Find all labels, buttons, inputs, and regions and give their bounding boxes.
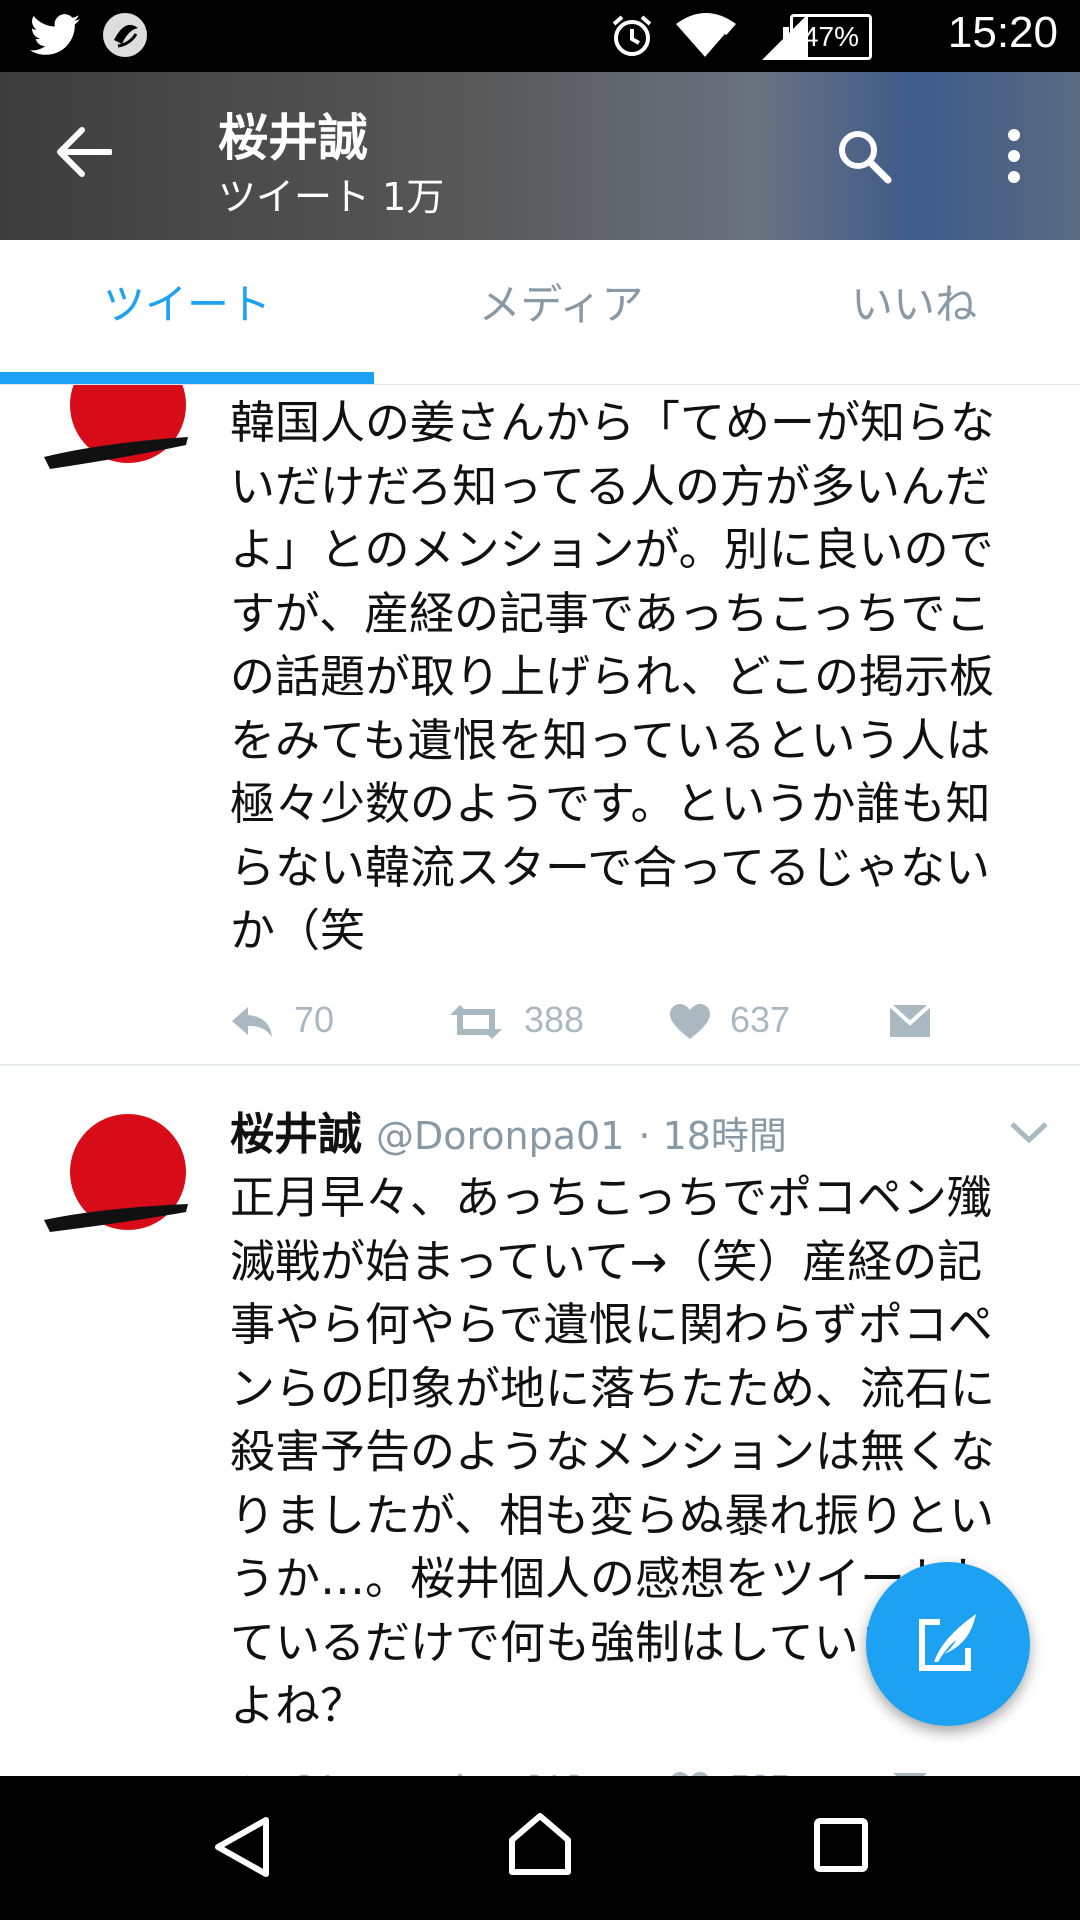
tweet-text-line: いだけだろ知ってる人の方が多いんだ (230, 459, 991, 513)
nav-back-icon[interactable] (212, 1816, 272, 1878)
status-bar: 47% 15:20 (0, 0, 1080, 72)
tweet-actions: 70 388 637 (230, 990, 970, 1050)
battery-icon: 47% (783, 14, 872, 60)
reply-count: 70 (294, 999, 335, 1040)
like-button[interactable]: 637 (670, 990, 790, 1050)
tweet-text-line: をみても遺恨を知っているという人は (230, 713, 991, 767)
tweet-text-line: 韓国人の姜さんから「てめーが知らな (230, 396, 996, 449)
app-icon (103, 13, 147, 57)
tab-tweets[interactable]: ツイート (0, 240, 374, 384)
clock: 15:20 (947, 8, 1058, 57)
tweet-text-line: ンらの印象が地に落ちたため、流石に (230, 1361, 996, 1415)
like-count: 637 (730, 999, 791, 1040)
avatar[interactable] (40, 1112, 190, 1262)
tweet-text-line: か（笑 (230, 904, 366, 957)
tweet-text-line: りましたが、相も変らぬ暴れ振りとい (230, 1488, 995, 1542)
tweet-card[interactable]: 韓国人の姜さんから「てめーが知らな いだけだろ知ってる人の方が多いんだ よ」との… (0, 385, 1080, 1065)
dm-button[interactable] (888, 1758, 932, 1776)
system-nav-bar (0, 1776, 1080, 1920)
tweet-text-line: 極々少数のようです。というか誰も知 (230, 777, 991, 830)
tweet-text-line: よ」とのメンションが。別に良いので (230, 523, 994, 576)
alarm-icon (612, 15, 652, 56)
tweet-text-line: らない韓流スターで合ってるじゃない (230, 840, 991, 894)
like-icon (670, 1004, 710, 1039)
tweet-time: · 18時間 (638, 1114, 787, 1158)
rising-sun-avatar-icon (44, 385, 188, 469)
tab-bar: ツイート メディア いいね (0, 240, 1080, 385)
tweet-text-line: 殺害予告のようなメンションは無くな (230, 1425, 996, 1478)
reply-icon (232, 1007, 272, 1037)
wifi-icon (676, 13, 736, 59)
reply-button[interactable]: 70 (230, 990, 334, 1050)
battery-level: 47% (802, 21, 860, 52)
like-count: 585 (730, 1767, 790, 1776)
tweet-text-line: の話題が取り上げられ、どこの掲示板 (230, 650, 995, 703)
tab-indicator (0, 372, 374, 384)
compose-tweet-button[interactable] (866, 1562, 1030, 1726)
retweet-button[interactable]: 218 (448, 1758, 584, 1776)
rising-sun-avatar-icon (44, 1114, 188, 1232)
author-handle[interactable]: @Doronpa01 (376, 1114, 624, 1158)
reply-button[interactable]: 34 (230, 1758, 334, 1776)
tab-likes[interactable]: いいね (748, 240, 1080, 384)
page-title: 桜井誠 (218, 109, 368, 167)
tweet-count: ツイート 1万 (218, 175, 445, 219)
author-name[interactable]: 桜井誠 (230, 1109, 362, 1160)
more-vert-icon[interactable] (1004, 128, 1024, 184)
tweet-text-line: 滅戦が始まっていて→（笑）産経の記 (230, 1234, 983, 1288)
nav-recents-icon[interactable] (814, 1818, 868, 1872)
profile-header: 桜井誠 ツイート 1万 (0, 72, 1080, 240)
dm-icon (888, 1003, 932, 1037)
retweet-count: 218 (524, 1767, 584, 1776)
nav-home-icon[interactable] (508, 1812, 572, 1876)
reply-count: 34 (294, 1767, 334, 1776)
retweet-icon (450, 1005, 502, 1039)
tweet-actions: 34 218 585 (230, 1758, 970, 1776)
like-button[interactable]: 585 (670, 1758, 790, 1776)
retweet-button[interactable]: 388 (448, 990, 584, 1050)
dm-button[interactable] (888, 990, 932, 1050)
chevron-down-icon[interactable] (1010, 1120, 1048, 1144)
tweet-header: 桜井誠 @Doronpa01 · 18時間 (230, 1098, 787, 1168)
search-icon[interactable] (836, 128, 892, 184)
tab-media[interactable]: メディア (374, 240, 748, 384)
compose-icon (919, 1614, 976, 1671)
tweet-text-line: 事やら何やらで遺恨に関わらずポコペ (230, 1298, 993, 1351)
avatar[interactable] (40, 385, 190, 515)
twitter-bird-icon (30, 14, 80, 55)
tweet-text-line: すが、産経の記事であっちこっちでこ (230, 586, 991, 640)
tweet-text-line: 正月早々、あっちこっちでポコペン殲 (230, 1171, 992, 1224)
back-arrow-icon[interactable] (56, 126, 112, 178)
retweet-count: 388 (524, 999, 585, 1040)
